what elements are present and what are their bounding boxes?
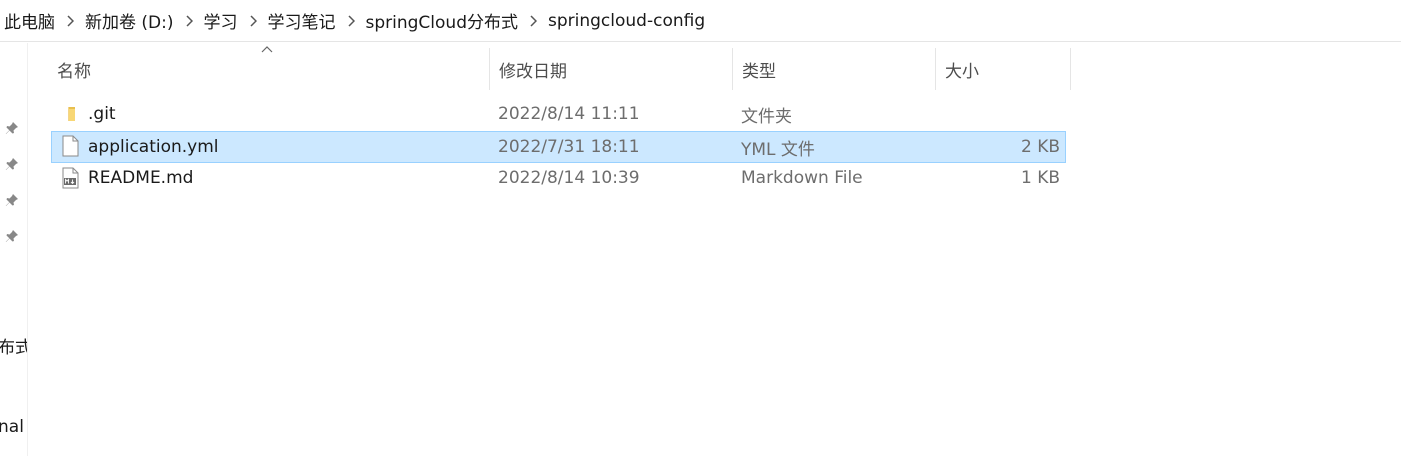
nav-item-label[interactable]: 布式 <box>0 333 27 358</box>
markdown-file-icon <box>62 167 79 189</box>
column-header-label: 大小 <box>945 61 979 82</box>
file-row[interactable]: .git 2022/8/14 11:11 文件夹 <box>51 99 1066 131</box>
pin-icon[interactable] <box>4 156 20 172</box>
file-name[interactable]: application.yml <box>88 132 219 162</box>
breadcrumb: 此电脑 新加卷 (D:) 学习 学习笔记 springCloud分布式 spri… <box>0 0 1401 42</box>
pin-icon[interactable] <box>4 228 20 244</box>
file-icon <box>62 135 79 157</box>
folder-icon <box>68 107 75 121</box>
file-name[interactable]: .git <box>88 99 116 129</box>
column-header-size[interactable]: 大小 <box>937 48 1071 90</box>
chevron-right-icon[interactable] <box>518 11 548 31</box>
file-date: 2022/8/14 10:39 <box>498 168 640 188</box>
file-type: Markdown File <box>741 168 863 188</box>
chevron-right-icon[interactable] <box>336 11 366 31</box>
file-row-selected[interactable]: application.yml 2022/7/31 18:11 YML 文件 2… <box>51 131 1066 163</box>
file-date: 2022/7/31 18:11 <box>498 137 640 157</box>
file-row[interactable]: README.md 2022/8/14 10:39 Markdown File … <box>51 163 1066 195</box>
breadcrumb-item-current-folder[interactable]: springcloud-config <box>548 11 705 31</box>
pin-icon[interactable] <box>4 192 20 208</box>
file-size: 1 KB <box>1020 168 1060 188</box>
column-header-label: 修改日期 <box>499 61 567 82</box>
breadcrumb-item-notes[interactable]: 学习笔记 <box>268 8 336 33</box>
column-header-label: 名称 <box>57 61 91 82</box>
chevron-right-icon[interactable] <box>55 11 85 31</box>
chevron-right-icon[interactable] <box>238 11 268 31</box>
breadcrumb-item-springcloud[interactable]: springCloud分布式 <box>366 8 519 33</box>
file-name[interactable]: README.md <box>88 163 193 193</box>
file-size: 2 KB <box>1020 137 1060 157</box>
file-type: YML 文件 <box>741 139 815 160</box>
column-header-label: 类型 <box>742 61 776 82</box>
nav-item-label[interactable]: nal <box>0 417 24 437</box>
pin-icon[interactable] <box>4 120 20 136</box>
column-header-type[interactable]: 类型 <box>734 48 936 90</box>
breadcrumb-item-drive[interactable]: 新加卷 (D:) <box>85 8 174 33</box>
file-type: 文件夹 <box>741 106 792 127</box>
column-header-date[interactable]: 修改日期 <box>491 48 733 90</box>
breadcrumb-item-this-pc[interactable]: 此电脑 <box>4 8 55 33</box>
breadcrumb-item-study[interactable]: 学习 <box>204 8 238 33</box>
chevron-right-icon[interactable] <box>174 11 204 31</box>
column-header-name[interactable]: 名称 <box>49 48 490 90</box>
navigation-pane: 布式 nal <box>0 43 28 456</box>
file-date: 2022/8/14 11:11 <box>498 104 640 124</box>
